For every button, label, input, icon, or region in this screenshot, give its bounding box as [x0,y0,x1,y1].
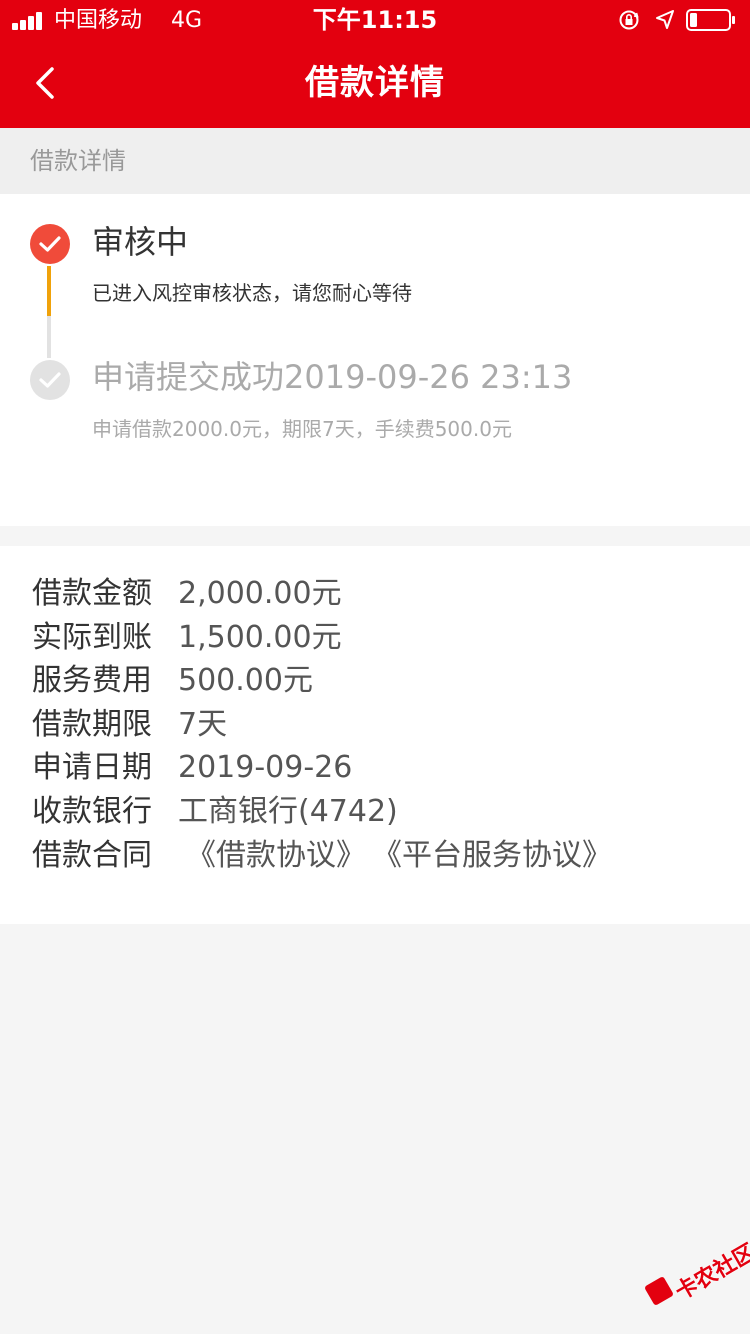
rotation-lock-icon [619,10,639,30]
platform-service-agreement-link[interactable]: 《平台服务协议》 [372,834,612,878]
timeline-connector-line [47,316,51,358]
detail-value: 2,000.00元 [178,576,342,611]
detail-label: 借款期限 [32,707,152,742]
detail-value: 500.00元 [178,663,313,698]
loan-details: 借款金额 2,000.00元 实际到账 1,500.00元 服务费用 500.00元 … [0,546,750,924]
header-bar: 中国移动 4G 下午11:15 借款详情 [0,0,750,128]
loan-detail-screen: 中国移动 4G 下午11:15 借款详情 借款详情 审核中 已进入风控审核状态，… [0,0,750,1334]
detail-label: 服务费用 [32,663,152,698]
detail-row-loan-term: 借款期限 7天 [32,703,227,747]
timeline-progress-line [47,266,51,316]
detail-row-apply-date: 申请日期 2019-09-26 [32,746,352,790]
section-header-label: 借款详情 [30,147,126,175]
detail-value: 工商银行(4742) [178,794,398,829]
watermark-mark [643,1275,675,1307]
status-timeline: 审核中 已进入风控审核状态，请您耐心等待 申请提交成功2019-09-26 23… [0,194,750,526]
section-header: 借款详情 [0,128,750,194]
watermark-logo: 卡农社区 [640,1240,750,1320]
detail-value: 2019-09-26 [178,750,353,785]
detail-label: 收款银行 [32,794,152,829]
previous-step-check-icon [30,360,70,400]
battery-icon [686,9,735,31]
detail-label: 申请日期 [32,750,152,785]
current-step-check-icon [30,224,70,264]
current-step-title: 审核中 [92,223,189,261]
detail-value: 1,500.00元 [178,620,342,655]
status-bar: 中国移动 4G 下午11:15 [0,0,750,40]
current-step-desc: 已进入风控审核状态，请您耐心等待 [92,281,412,305]
watermark-text: 卡农社区 [671,1239,750,1306]
detail-row-bank: 收款银行 工商银行(4742) [32,790,398,834]
location-arrow-icon [656,10,674,29]
detail-label: 实际到账 [32,620,152,655]
page-title: 借款详情 [305,63,445,103]
detail-value: 7天 [178,707,228,742]
previous-step-title: 申请提交成功2019-09-26 23:13 [92,358,573,396]
previous-step-desc: 申请借款2000.0元，期限7天，手续费500.0元 [92,417,512,441]
detail-row-contract: 借款合同 《借款协议》 《平台服务协议》 [32,834,618,878]
detail-row-service-fee: 服务费用 500.00元 [32,659,313,703]
loan-agreement-link[interactable]: 《借款协议》 [186,834,366,878]
detail-row-loan-amount: 借款金额 2,000.00元 [32,572,342,616]
detail-label: 借款金额 [32,576,152,611]
detail-row-actual-received: 实际到账 1,500.00元 [32,616,342,660]
detail-label: 借款合同 [32,838,152,873]
